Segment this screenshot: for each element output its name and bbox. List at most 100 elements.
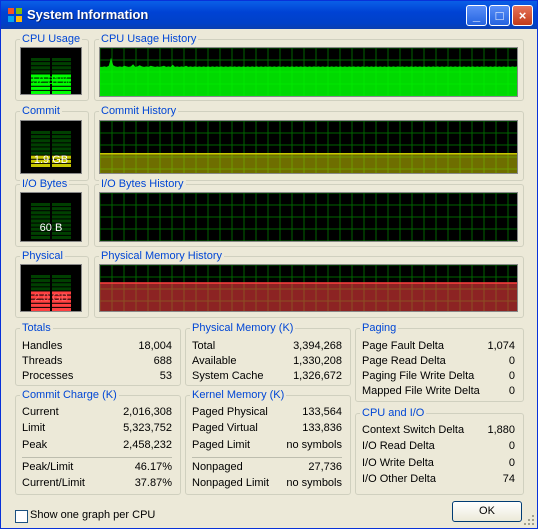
commit-charge-row-current: Current 2,016,308 <box>16 406 180 420</box>
physical-meter-segment <box>52 279 71 283</box>
kernel-memory-row-paged-virtual: Paged Virtual 133,836 <box>186 422 350 436</box>
physical-graph-svg <box>100 265 517 311</box>
kernel-memory-row-paged-limit: Paged Limit no symbols <box>186 439 350 453</box>
row-value: 0 <box>508 457 515 469</box>
totals-row-threads: Threads 688 <box>16 355 180 369</box>
row-value: 18,004 <box>138 340 172 352</box>
physical-meter-segment <box>52 287 71 291</box>
paging-panel: Paging Page Fault Delta 1,074 Page Read D… <box>355 322 524 402</box>
cpu-meter: 52.31% <box>20 47 82 95</box>
row-key: Processes <box>22 370 74 382</box>
show-one-graph-per-cpu-checkbox[interactable] <box>15 510 28 523</box>
show-one-graph-per-cpu-label[interactable]: Show one graph per CPU <box>30 509 155 521</box>
commit-meter-segment <box>31 147 50 151</box>
io-history-graph <box>99 192 518 242</box>
row-value: 0 <box>508 385 515 397</box>
io-meter-segment <box>52 235 71 239</box>
physical-meter-segment <box>31 303 50 307</box>
io-bytes-label: I/O Bytes <box>20 178 70 190</box>
row-value: 133,564 <box>302 406 342 418</box>
resize-grip-icon[interactable] <box>523 514 535 526</box>
io-meter-segment <box>31 235 50 239</box>
minimize-button[interactable]: _ <box>466 5 487 26</box>
cpu-meter-segment <box>52 58 71 62</box>
physical-meter-segment <box>52 283 71 287</box>
paging-row-mapped-file-write-delta: Mapped File Write Delta 0 <box>356 385 523 399</box>
row-value: 2,458,232 <box>123 439 172 451</box>
cpu-usage-series <box>100 57 517 96</box>
io-meter-segment <box>31 215 50 219</box>
paging-row-page-fault-delta: Page Fault Delta 1,074 <box>356 340 523 354</box>
io-meter-segment <box>31 211 50 215</box>
cpu-meter-segment <box>52 86 71 90</box>
row-key: I/O Other Delta <box>362 473 436 485</box>
row-value: 53 <box>159 370 172 382</box>
kernel-memory-panel: Kernel Memory (K) Paged Physical 133,564 … <box>185 389 351 495</box>
row-key: Paged Virtual <box>192 422 258 434</box>
commit-meter-segment <box>52 131 71 135</box>
cpu-io-row-context-switch-delta: Context Switch Delta 1,880 <box>356 424 523 438</box>
kernel-memory-row-nonpaged-limit: Nonpaged Limit no symbols <box>186 477 350 491</box>
close-icon: × <box>518 8 527 23</box>
ok-button[interactable]: OK <box>452 501 522 522</box>
maximize-icon: □ <box>495 8 504 23</box>
row-value: 1,074 <box>487 340 515 352</box>
cpu-meter-segment <box>52 90 71 94</box>
commit-meter-segment <box>31 135 50 139</box>
kernel-memory-label: Kernel Memory (K) <box>190 389 287 401</box>
totals-panel: Totals Handles 18,004 Threads 688 Processe… <box>15 322 181 386</box>
row-key: Paged Physical <box>192 406 268 418</box>
cpu-history-label: CPU Usage History <box>99 33 199 45</box>
paging-label: Paging <box>360 322 399 334</box>
io-meter-segment <box>31 203 50 207</box>
row-value: 133,836 <box>302 422 342 434</box>
row-key: Current/Limit <box>22 477 85 489</box>
row-key: Mapped File Write Delta <box>362 385 480 397</box>
cpu-io-row-io-read-delta: I/O Read Delta 0 <box>356 440 523 454</box>
commit-meter-segment <box>52 143 71 147</box>
system-information-window: System Information _ □ × CPU Usage 52.31… <box>0 0 538 529</box>
physical-meter: 2.0 GB <box>20 264 82 312</box>
commit-charge-panel: Commit Charge (K) Current 2,016,308 Limit… <box>15 389 181 495</box>
row-value: 5,323,752 <box>123 422 172 434</box>
row-value: 46.17% <box>134 461 172 473</box>
cpu-meter-segment <box>31 62 50 66</box>
commit-graph-svg <box>100 121 517 173</box>
row-value: 0 <box>508 440 515 452</box>
io-meter-segment <box>52 203 71 207</box>
app-icon <box>8 8 22 22</box>
cpu-meter-segment <box>31 90 50 94</box>
maximize-button[interactable]: □ <box>489 5 510 26</box>
io-meter-segment <box>52 207 71 211</box>
commit-meter-segment <box>52 139 71 143</box>
physical-meter-segment <box>31 307 50 311</box>
commit-meter-segment <box>31 139 50 143</box>
physical-memory-row-total: Total 3,394,268 <box>186 340 350 354</box>
physical-memory-row-available: Available 1,330,208 <box>186 355 350 369</box>
row-key: Limit <box>22 422 46 434</box>
close-button[interactable]: × <box>512 5 533 26</box>
title-bar[interactable]: System Information _ □ × <box>1 1 537 29</box>
io-meter-value: 60 B <box>39 222 63 234</box>
paging-row-paging-file-write-delta: Paging File Write Delta 0 <box>356 370 523 384</box>
kernel-memory-row-paged-physical: Paged Physical 133,564 <box>186 406 350 420</box>
totals-row-handles: Handles 18,004 <box>16 340 180 354</box>
totals-label: Totals <box>20 322 53 334</box>
physical-meter-segment <box>31 275 50 279</box>
commit-charge-row-peak: Peak 2,458,232 <box>16 439 180 453</box>
cpu-meter-segment <box>31 66 50 70</box>
physical-meter-value: 2.0 GB <box>33 292 69 304</box>
cpu-meter-value: 52.31% <box>32 75 70 87</box>
physical-meter-segment <box>52 275 71 279</box>
physical-memory-panel: Physical Memory (K) Total 3,394,268 Avail… <box>185 322 351 386</box>
row-key: Paging File Write Delta <box>362 370 475 382</box>
row-value: 1,326,672 <box>293 370 342 382</box>
physical-history-graph <box>99 264 518 312</box>
cpu-meter-segment <box>52 62 71 66</box>
cpu-meter-segment <box>31 86 50 90</box>
io-meter-segment <box>52 215 71 219</box>
physical-meter-segment <box>31 287 50 291</box>
separator <box>192 457 342 458</box>
window-title: System Information <box>27 7 149 22</box>
row-value: no symbols <box>286 477 342 489</box>
